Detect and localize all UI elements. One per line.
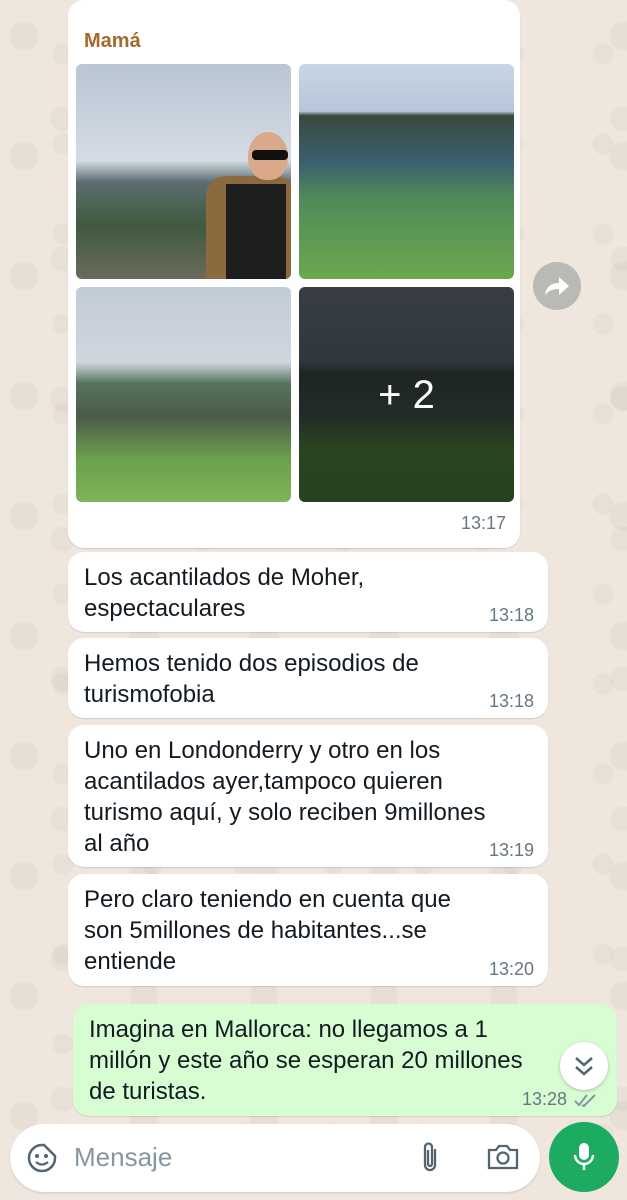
message-time: 13:28 (521, 1089, 567, 1109)
photo-person-shirt (226, 184, 286, 279)
more-photos-count: + 2 (378, 373, 435, 417)
incoming-message[interactable]: Hemos tenido dos episodios de turismofob… (68, 638, 548, 718)
album-photo-2[interactable] (299, 64, 514, 279)
message-time: 13:17 (460, 513, 506, 533)
message-time: 13:20 (488, 959, 534, 979)
incoming-message[interactable]: Uno en Londonderry y otro en los acantil… (68, 725, 548, 867)
album-photo-3[interactable] (76, 287, 291, 502)
outgoing-message[interactable]: Imagina en Mallorca: no llegamos a 1 mil… (73, 1004, 617, 1116)
message-time: 13:18 (488, 691, 534, 711)
incoming-message[interactable]: Los acantilados de Moher, espectaculares… (68, 552, 548, 632)
mic-icon (573, 1143, 595, 1170)
paperclip-icon[interactable] (418, 1141, 442, 1175)
message-text: Pero claro teniendo en cuenta que son 5m… (84, 886, 451, 975)
incoming-message[interactable]: Pero claro teniendo en cuenta que son 5m… (68, 874, 548, 986)
chevron-double-down-icon (575, 1057, 593, 1076)
message-time: 13:18 (488, 605, 534, 625)
scroll-to-bottom-button[interactable] (560, 1042, 608, 1090)
message-composer[interactable]: Mensaje (10, 1124, 540, 1192)
album-photo-1[interactable] (76, 64, 291, 279)
album-photo-4[interactable]: + 2 (299, 287, 514, 502)
voice-record-button[interactable] (549, 1122, 619, 1192)
forward-icon (545, 277, 569, 295)
photo-person-glasses (252, 150, 288, 160)
message-time: 13:19 (488, 840, 534, 860)
message-text: Los acantilados de Moher, espectaculares (84, 564, 365, 622)
photo-album-message[interactable]: Mamá + 2 13:17 (68, 0, 520, 548)
message-text: Hemos tenido dos episodios de turismofob… (84, 650, 419, 708)
sender-name[interactable]: Mamá (84, 30, 141, 53)
camera-icon[interactable] (486, 1142, 520, 1172)
message-text: Uno en Londonderry y otro en los acantil… (84, 737, 486, 857)
sticker-icon[interactable] (26, 1142, 58, 1174)
double-check-icon (574, 1094, 596, 1108)
message-input[interactable]: Mensaje (74, 1142, 172, 1173)
forward-button[interactable] (533, 262, 581, 310)
